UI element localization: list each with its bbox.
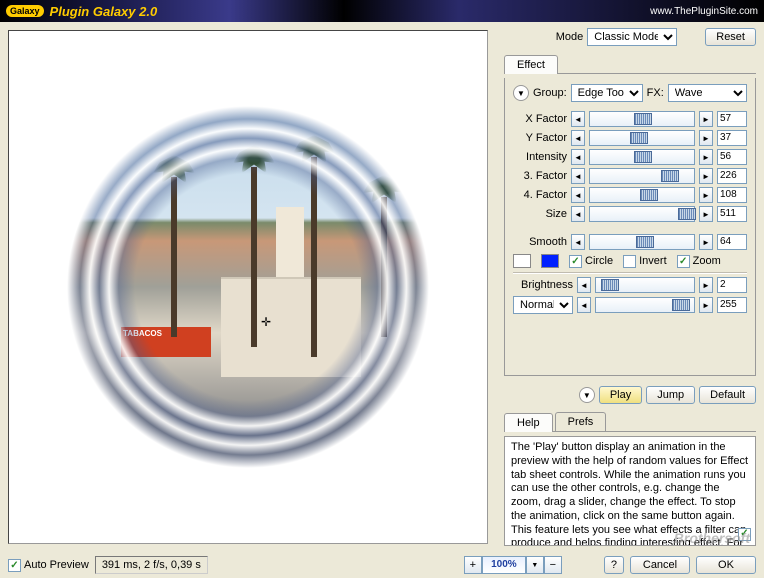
tab-prefs[interactable]: Prefs	[555, 412, 607, 431]
slider-value[interactable]: 511	[717, 206, 747, 222]
invert-label: Invert	[639, 255, 667, 267]
slider-inc[interactable]: ►	[699, 130, 713, 146]
group-label: Group:	[533, 87, 567, 99]
slider-value[interactable]: 57	[717, 111, 747, 127]
fx-label: FX:	[647, 87, 664, 99]
preview-image: TABACOS ✛	[21, 57, 475, 517]
slider-dec[interactable]: ◄	[571, 187, 585, 203]
slider-value[interactable]: 108	[717, 187, 747, 203]
param-slider[interactable]	[589, 149, 695, 165]
slider-dec[interactable]: ◄	[577, 277, 591, 293]
slider-value[interactable]: 56	[717, 149, 747, 165]
circle-label: Circle	[585, 255, 613, 267]
slider-value[interactable]: 37	[717, 130, 747, 146]
brightness-label: Brightness	[513, 279, 573, 291]
jump-button[interactable]: Jump	[646, 386, 695, 404]
circle-checkbox[interactable]: ✓	[569, 255, 582, 268]
brightness-value[interactable]: 2	[717, 277, 747, 293]
blend-mode-select[interactable]: Normal	[513, 296, 573, 314]
zoom-dropdown[interactable]: ▼	[526, 556, 544, 574]
slider-label: Intensity	[513, 151, 567, 163]
slider-inc[interactable]: ►	[699, 297, 713, 313]
slider-label: 3. Factor	[513, 170, 567, 182]
group-select[interactable]: Edge Tool	[571, 84, 643, 102]
app-title: Plugin Galaxy 2.0	[50, 4, 651, 19]
param-slider[interactable]	[589, 130, 695, 146]
mode-label: Mode	[556, 31, 584, 43]
tab-effect[interactable]: Effect	[504, 55, 558, 74]
help-text: The 'Play' button display an animation i…	[504, 436, 756, 546]
effect-panel: ▼ Group: Edge Tool FX: Wave X Factor◄►57…	[504, 78, 756, 376]
tab-help[interactable]: Help	[504, 413, 553, 432]
param-slider[interactable]	[589, 111, 695, 127]
param-slider[interactable]	[589, 168, 695, 184]
slider-inc[interactable]: ►	[699, 149, 713, 165]
zoom-out-button[interactable]: +	[464, 556, 482, 574]
invert-checkbox[interactable]	[623, 255, 636, 268]
auto-preview-label: Auto Preview	[24, 559, 89, 571]
slider-inc[interactable]: ►	[699, 277, 713, 293]
slider-label: X Factor	[513, 113, 567, 125]
smooth-value[interactable]: 64	[717, 234, 747, 250]
slider-inc[interactable]: ►	[699, 206, 713, 222]
slider-dec[interactable]: ◄	[571, 206, 585, 222]
blend-value[interactable]: 255	[717, 297, 747, 313]
auto-preview-checkbox[interactable]: ✓	[8, 559, 21, 572]
cancel-button[interactable]: Cancel	[630, 556, 690, 574]
slider-label: 4. Factor	[513, 189, 567, 201]
website-url: www.ThePluginSite.com	[650, 6, 758, 17]
play-button[interactable]: Play	[599, 386, 642, 404]
logo-badge: Galaxy	[6, 5, 44, 17]
fx-select[interactable]: Wave	[668, 84, 747, 102]
slider-label: Size	[513, 208, 567, 220]
zoom-in-button[interactable]: −	[544, 556, 562, 574]
slider-dec[interactable]: ◄	[571, 234, 585, 250]
slider-dec[interactable]: ◄	[571, 111, 585, 127]
zoom-checkbox[interactable]: ✓	[677, 255, 690, 268]
param-slider[interactable]	[589, 206, 695, 222]
crosshair-icon: ✛	[261, 315, 271, 329]
ok-button[interactable]: OK	[696, 556, 756, 574]
slider-inc[interactable]: ►	[699, 234, 713, 250]
anim-expand-icon[interactable]: ▼	[579, 387, 595, 403]
color-white[interactable]	[513, 254, 531, 268]
slider-inc[interactable]: ►	[699, 187, 713, 203]
app-header: Galaxy Plugin Galaxy 2.0 www.ThePluginSi…	[0, 0, 764, 22]
preview-area[interactable]: TABACOS ✛	[8, 30, 488, 544]
slider-inc[interactable]: ►	[699, 168, 713, 184]
slider-dec[interactable]: ◄	[571, 149, 585, 165]
reset-button[interactable]: Reset	[705, 28, 756, 46]
brightness-slider[interactable]	[595, 277, 695, 293]
mode-select[interactable]: Classic Mode	[587, 28, 677, 46]
zoom-value[interactable]: 100%	[482, 556, 526, 574]
param-slider[interactable]	[589, 187, 695, 203]
slider-label: Y Factor	[513, 132, 567, 144]
slider-dec[interactable]: ◄	[571, 130, 585, 146]
status-text: 391 ms, 2 f/s, 0,39 s	[95, 556, 208, 574]
slider-dec[interactable]: ◄	[571, 168, 585, 184]
slider-dec[interactable]: ◄	[577, 297, 591, 313]
slider-value[interactable]: 226	[717, 168, 747, 184]
color-blue[interactable]	[541, 254, 559, 268]
expand-icon[interactable]: ▼	[513, 85, 529, 101]
smooth-label: Smooth	[513, 236, 567, 248]
help-checkbox[interactable]: ✓	[738, 528, 751, 541]
help-button[interactable]: ?	[604, 556, 624, 574]
zoom-label: Zoom	[693, 255, 721, 267]
smooth-slider[interactable]	[589, 234, 695, 250]
default-button[interactable]: Default	[699, 386, 756, 404]
blend-slider[interactable]	[595, 297, 695, 313]
slider-inc[interactable]: ►	[699, 111, 713, 127]
